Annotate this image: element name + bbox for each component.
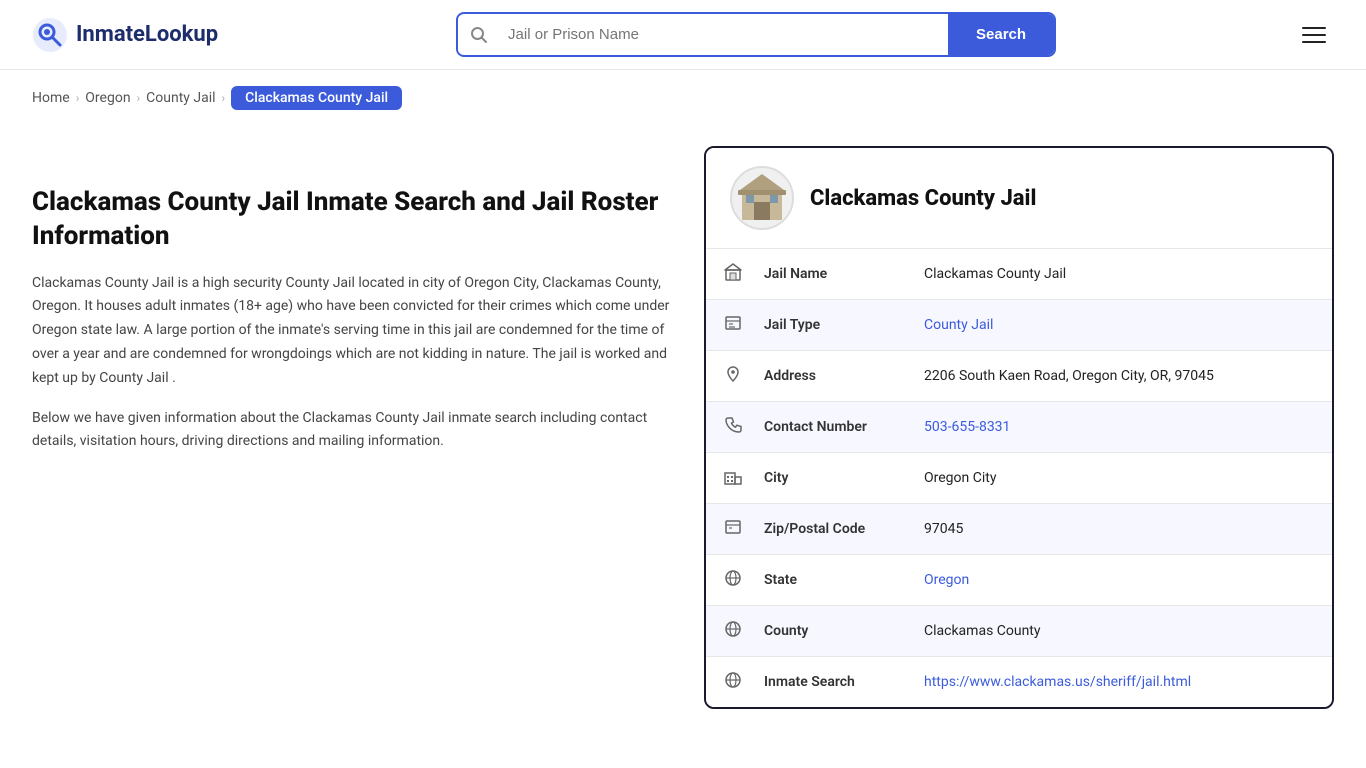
- field-label: Zip/Postal Code: [746, 504, 906, 555]
- field-icon-cell: [706, 504, 746, 555]
- field-icon-cell: [706, 402, 746, 453]
- table-row: Inmate Search https://www.clackamas.us/s…: [706, 657, 1332, 708]
- field-icon-cell: [706, 606, 746, 657]
- page-title: Clackamas County Jail Inmate Search and …: [32, 186, 672, 254]
- city-icon: [724, 467, 742, 485]
- field-value-text: 97045: [924, 521, 963, 537]
- field-value: Clackamas County Jail: [906, 249, 1332, 300]
- table-row: Jail Type County Jail: [706, 300, 1332, 351]
- jail-building-icon: [736, 172, 788, 224]
- info-card: Clackamas County Jail Jail Name Clackama…: [704, 146, 1334, 709]
- zip-icon: [724, 518, 742, 536]
- hamburger-button[interactable]: [1294, 19, 1334, 51]
- field-label: City: [746, 453, 906, 504]
- breadcrumb-oregon[interactable]: Oregon: [85, 90, 130, 106]
- breadcrumb-sep-3: ›: [222, 91, 226, 105]
- breadcrumb: Home › Oregon › County Jail › Clackamas …: [0, 70, 1366, 126]
- field-label: Inmate Search: [746, 657, 906, 708]
- field-icon-cell: [706, 351, 746, 402]
- table-row: County Clackamas County: [706, 606, 1332, 657]
- field-value-text: Clackamas County Jail: [924, 266, 1066, 282]
- field-value-link[interactable]: Oregon: [924, 572, 969, 588]
- right-column: Clackamas County Jail Jail Name Clackama…: [704, 146, 1334, 709]
- field-value-link[interactable]: 503-655-8331: [924, 419, 1010, 435]
- hamburger-line-3: [1302, 41, 1326, 43]
- hamburger-line-1: [1302, 27, 1326, 29]
- field-icon-cell: [706, 249, 746, 300]
- field-label: Contact Number: [746, 402, 906, 453]
- field-label: County: [746, 606, 906, 657]
- breadcrumb-sep-2: ›: [137, 91, 141, 105]
- field-icon-cell: [706, 300, 746, 351]
- search-icon: [470, 26, 488, 44]
- county-icon: [724, 620, 742, 638]
- field-value: 2206 South Kaen Road, Oregon City, OR, 9…: [906, 351, 1332, 402]
- jail-icon: [724, 263, 742, 281]
- phone-icon: [724, 416, 742, 434]
- field-label: Address: [746, 351, 906, 402]
- breadcrumb-county-jail[interactable]: County Jail: [146, 90, 215, 106]
- field-label: Jail Name: [746, 249, 906, 300]
- inmate-icon: [724, 671, 742, 689]
- breadcrumb-home[interactable]: Home: [32, 90, 70, 106]
- field-value-text: Clackamas County: [924, 623, 1041, 639]
- field-value-text: 2206 South Kaen Road, Oregon City, OR, 9…: [924, 368, 1214, 384]
- field-value: 97045: [906, 504, 1332, 555]
- search-wrapper: Search: [456, 12, 1056, 57]
- hamburger-line-2: [1302, 34, 1326, 36]
- field-label: Jail Type: [746, 300, 906, 351]
- card-jail-name: Clackamas County Jail: [810, 186, 1036, 211]
- search-input[interactable]: [500, 16, 948, 53]
- page-description-1: Clackamas County Jail is a high security…: [32, 272, 672, 391]
- state-icon: [724, 569, 742, 587]
- field-value-link[interactable]: County Jail: [924, 317, 993, 333]
- left-column: Clackamas County Jail Inmate Search and …: [32, 146, 672, 709]
- card-header: Clackamas County Jail: [706, 148, 1332, 249]
- search-icon-wrap: [458, 16, 500, 54]
- field-value: Clackamas County: [906, 606, 1332, 657]
- logo-text: InmateLookup: [76, 22, 218, 47]
- field-icon-cell: [706, 657, 746, 708]
- page-description-2: Below we have given information about th…: [32, 407, 672, 455]
- logo-icon: [32, 17, 68, 53]
- table-row: Zip/Postal Code 97045: [706, 504, 1332, 555]
- field-value: Oregon City: [906, 453, 1332, 504]
- field-value[interactable]: 503-655-8331: [906, 402, 1332, 453]
- table-row: Address 2206 South Kaen Road, Oregon Cit…: [706, 351, 1332, 402]
- field-icon-cell: [706, 555, 746, 606]
- field-value[interactable]: County Jail: [906, 300, 1332, 351]
- field-value-link[interactable]: https://www.clackamas.us/sheriff/jail.ht…: [924, 674, 1191, 690]
- search-button[interactable]: Search: [948, 14, 1054, 55]
- site-header: InmateLookup Search: [0, 0, 1366, 70]
- main-content: Clackamas County Jail Inmate Search and …: [0, 126, 1366, 749]
- field-value[interactable]: https://www.clackamas.us/sheriff/jail.ht…: [906, 657, 1332, 708]
- jail-avatar: [730, 166, 794, 230]
- field-label: State: [746, 555, 906, 606]
- table-row: State Oregon: [706, 555, 1332, 606]
- info-table: Jail Name Clackamas County Jail Jail Typ…: [706, 249, 1332, 707]
- type-icon: [724, 314, 742, 332]
- address-icon: [724, 365, 742, 383]
- table-row: Jail Name Clackamas County Jail: [706, 249, 1332, 300]
- field-value-text: Oregon City: [924, 470, 996, 486]
- breadcrumb-sep-1: ›: [76, 91, 80, 105]
- field-icon-cell: [706, 453, 746, 504]
- logo-link[interactable]: InmateLookup: [32, 17, 218, 53]
- search-area: Search: [456, 12, 1056, 57]
- field-value[interactable]: Oregon: [906, 555, 1332, 606]
- table-row: City Oregon City: [706, 453, 1332, 504]
- breadcrumb-active: Clackamas County Jail: [231, 86, 402, 110]
- table-row: Contact Number 503-655-8331: [706, 402, 1332, 453]
